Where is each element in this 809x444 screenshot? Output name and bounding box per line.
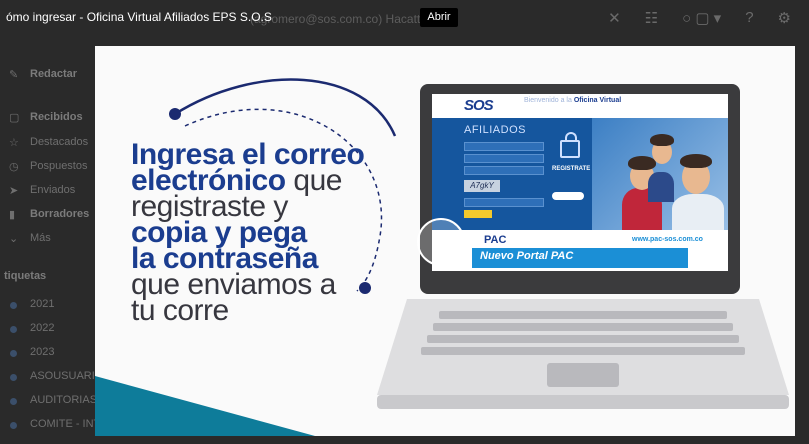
- pac-portal-text: Nuevo Portal PAC: [480, 250, 574, 262]
- captcha-field: [464, 198, 544, 207]
- sidebar-item-snoozed[interactable]: Pospuestos: [30, 160, 87, 172]
- login-field: [464, 142, 544, 151]
- send-icon: ➤: [9, 185, 19, 197]
- laptop-base: [377, 299, 789, 409]
- email-header-text: (agromero@sos.com.co) Hacatto: [250, 12, 427, 26]
- headline-light: que: [285, 164, 342, 197]
- label-dot-icon: [10, 374, 17, 381]
- label-item[interactable]: 2022: [30, 322, 54, 334]
- pencil-icon: ✎: [9, 69, 19, 81]
- headline-line: tu corre: [131, 294, 229, 327]
- chevron-down-icon: ⌄: [9, 233, 19, 245]
- sidebar-item-drafts[interactable]: Borradores: [30, 208, 89, 220]
- status-icon[interactable]: ○ ▢ ▾: [682, 9, 721, 27]
- top-icons: ✕ ☷ ○ ▢ ▾ ? ⚙: [608, 9, 791, 27]
- lock-icon: [560, 132, 580, 158]
- pac-logo: PAC: [484, 234, 507, 246]
- sos-logo: SOS: [464, 97, 494, 114]
- instruction-text: Ingresa el correo electrónico que regist…: [131, 140, 381, 327]
- decorative-corner: [95, 376, 315, 436]
- pac-site: www.pac-sos.com.co: [632, 236, 703, 243]
- label-item[interactable]: AUDITORIAS: [30, 394, 97, 406]
- sidebar-item-starred[interactable]: Destacados: [30, 136, 88, 148]
- compose-button[interactable]: Redactar: [30, 68, 77, 80]
- help-icon[interactable]: ?: [745, 9, 753, 27]
- sidebar-item-sent[interactable]: Enviados: [30, 184, 75, 196]
- open-button[interactable]: Abrir: [420, 8, 458, 27]
- login-field: [464, 166, 544, 175]
- play-button[interactable]: [417, 218, 465, 266]
- label-dot-icon: [10, 326, 17, 333]
- label-item[interactable]: 2021: [30, 298, 54, 310]
- label-item[interactable]: 2023: [30, 346, 54, 358]
- gmail-sidebar: ✎ Redactar ▢ Recibidos ☆ Destacados ◷ Po…: [0, 0, 103, 444]
- label-item[interactable]: COMITE - INT: [30, 418, 100, 430]
- video-player[interactable]: Ingresa el correo electrónico que regist…: [95, 46, 795, 436]
- sidebar-item-inbox[interactable]: Recibidos: [30, 111, 83, 123]
- login-field: [464, 154, 544, 163]
- family-photo: [592, 118, 728, 230]
- register-label: REGISTRATE: [552, 166, 591, 172]
- captcha-image: A7gkY: [464, 180, 500, 192]
- label-dot-icon: [10, 398, 17, 405]
- star-icon: ☆: [9, 137, 19, 149]
- laptop-screen: SOS Bienvenido a la Oficina Virtual AFIL…: [432, 94, 728, 271]
- filter-icon[interactable]: ☷: [645, 9, 658, 27]
- sidebar-item-more[interactable]: Más: [30, 232, 51, 244]
- clock-icon: ◷: [9, 161, 19, 173]
- pac-banner: PAC www.pac-sos.com.co Nuevo Portal PAC: [472, 232, 703, 268]
- label-dot-icon: [10, 422, 17, 429]
- close-icon[interactable]: ✕: [608, 9, 621, 27]
- label-dot-icon: [10, 302, 17, 309]
- draft-icon: ▮: [9, 209, 16, 221]
- video-title[interactable]: ómo ingresar - Oficina Virtual Afiliados…: [6, 10, 272, 24]
- inbox-icon: ▢: [9, 112, 20, 124]
- label-item[interactable]: ASOUSUARIO: [30, 370, 103, 382]
- portal-welcome: Bienvenido a la Oficina Virtual: [524, 97, 622, 104]
- right-panel: [769, 0, 809, 444]
- portal-login-panel: AFILIADOS A7gkY REGISTRATE: [432, 118, 728, 230]
- portal-header: SOS Bienvenido a la Oficina Virtual: [432, 94, 728, 118]
- labels-heading: tiquetas: [4, 270, 47, 282]
- register-button: [552, 192, 584, 200]
- label-dot-icon: [10, 350, 17, 357]
- affiliates-title: AFILIADOS: [464, 124, 526, 136]
- login-button: [464, 210, 492, 218]
